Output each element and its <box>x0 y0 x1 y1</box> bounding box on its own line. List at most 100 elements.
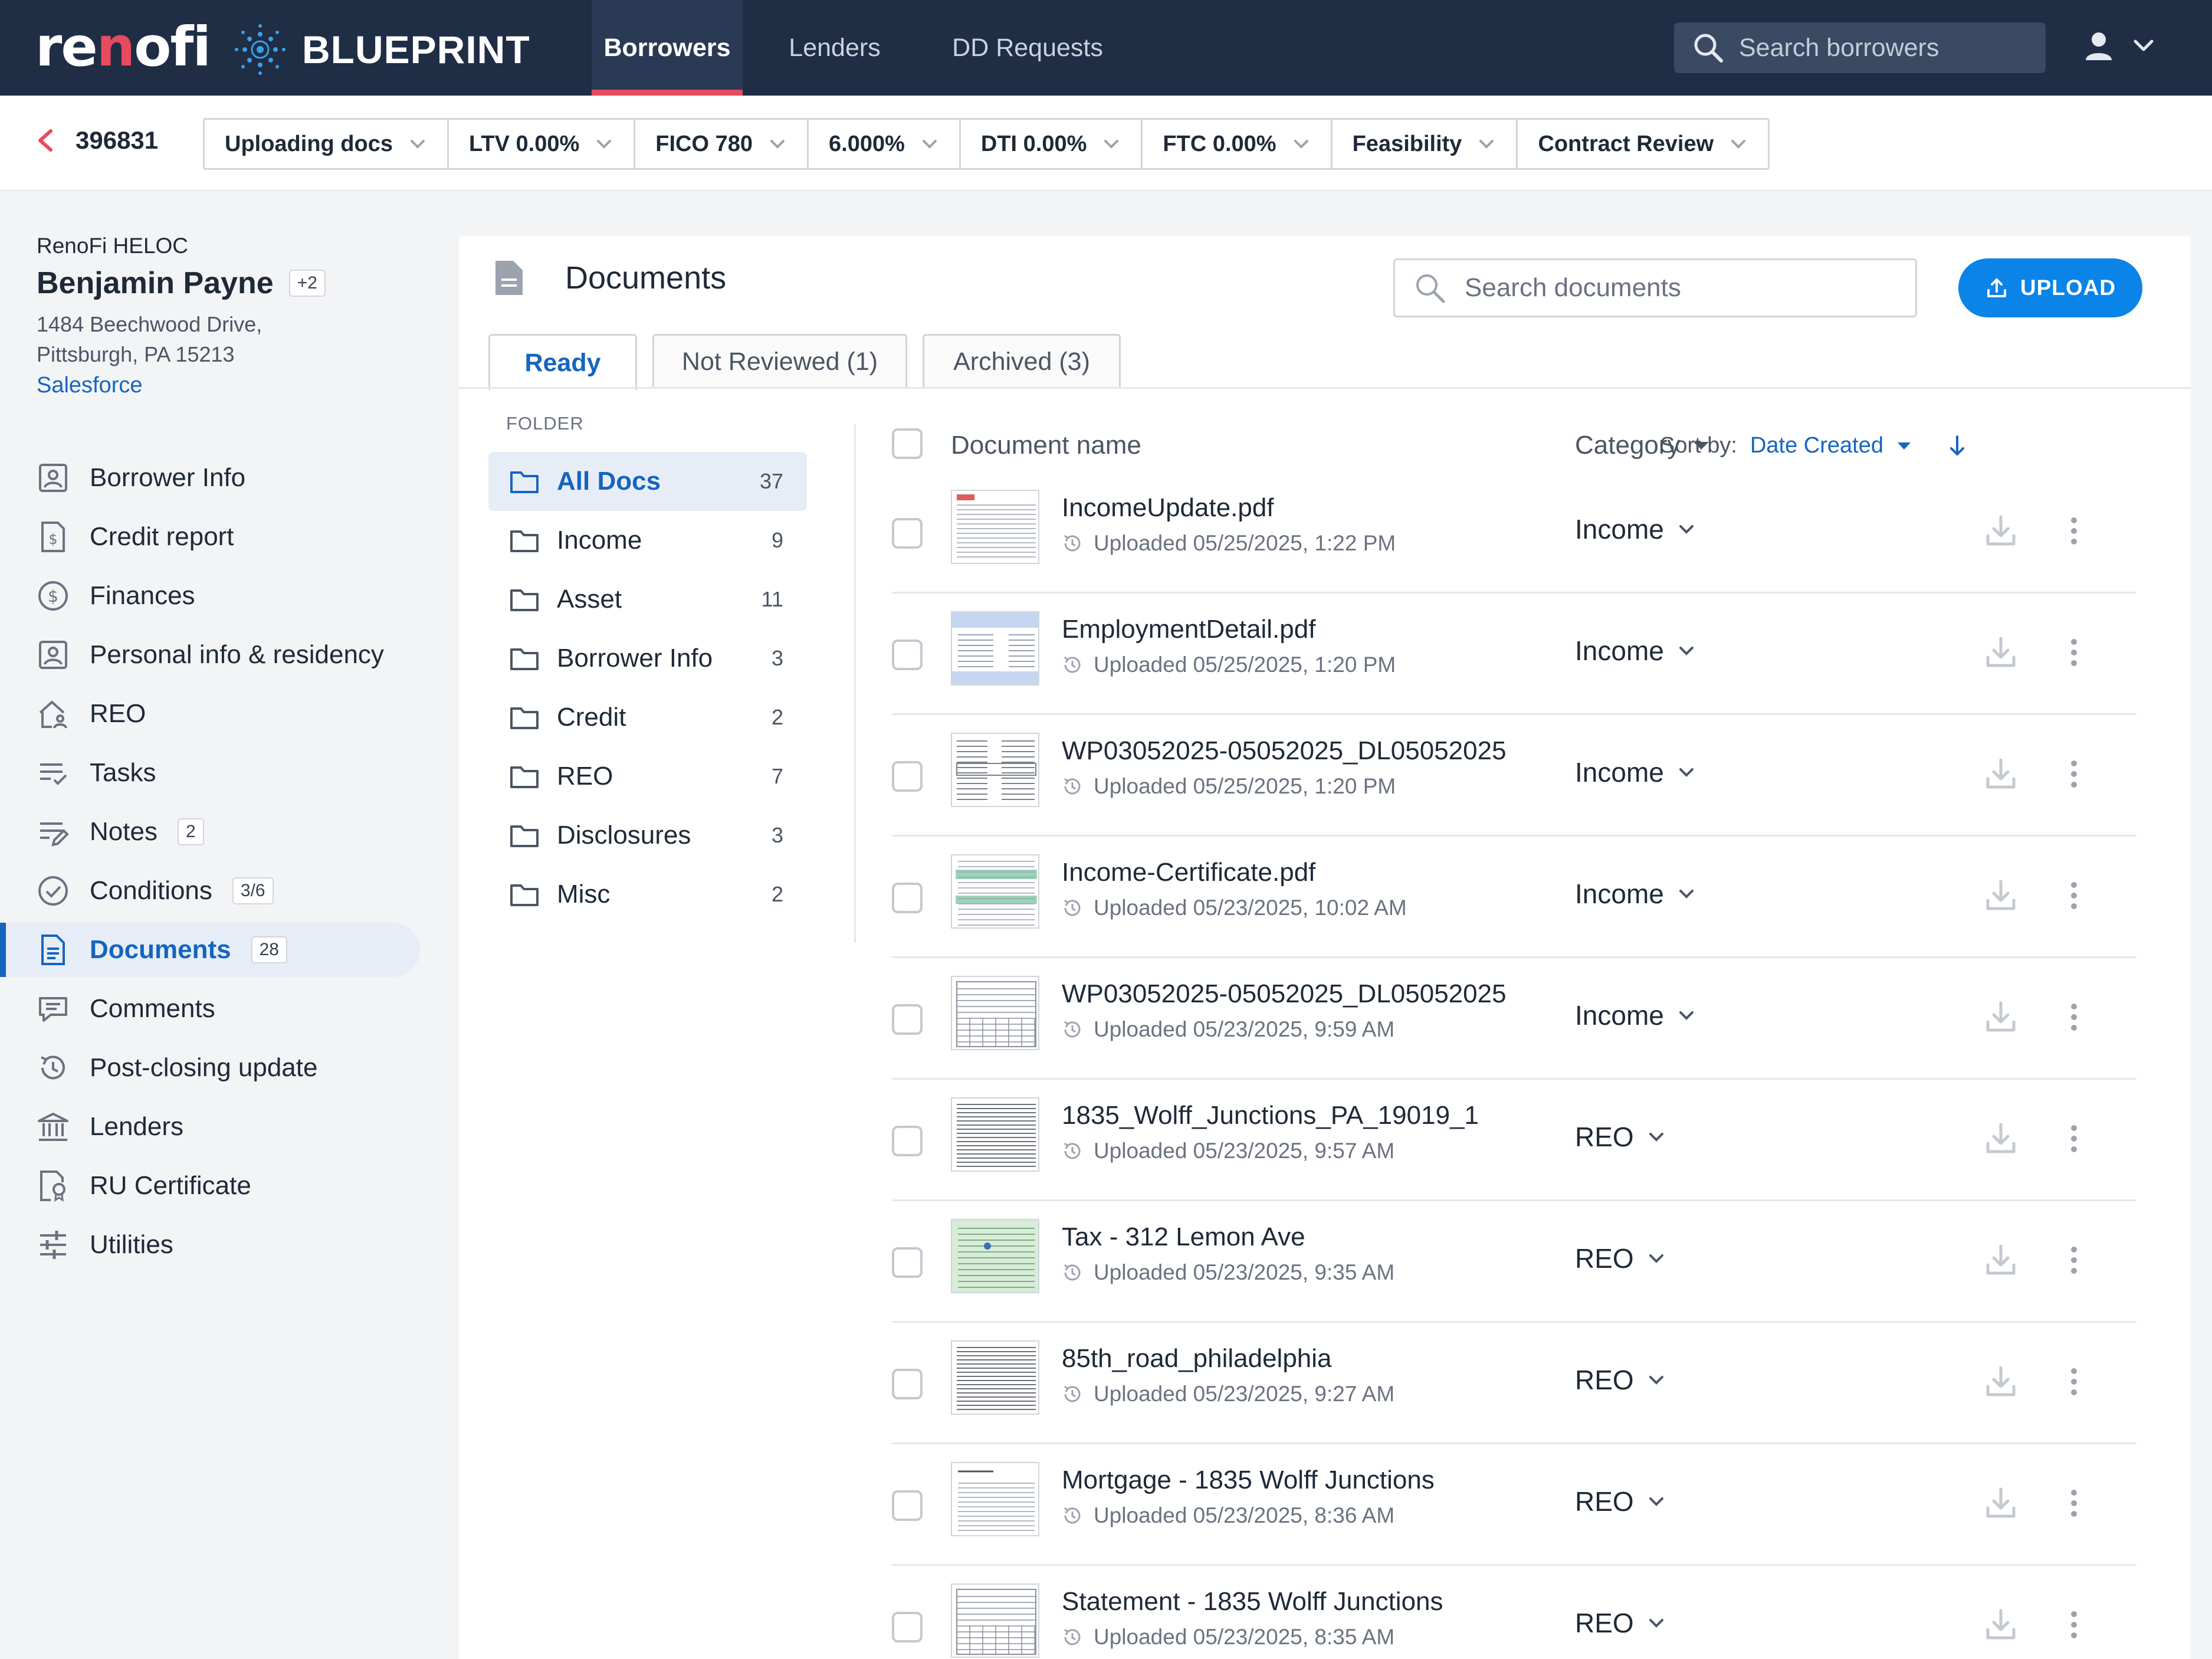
folder-item[interactable]: Asset 11 <box>488 570 807 629</box>
document-row[interactable]: IncomeUpdate.pdf Uploaded 05/25/2025, 1:2… <box>892 472 2136 594</box>
download-icon[interactable] <box>1984 513 2017 549</box>
pill-dti[interactable]: DTI 0.00% <box>961 120 1143 168</box>
document-search[interactable] <box>1393 258 1917 317</box>
row-checkbox[interactable] <box>892 761 923 792</box>
document-thumbnail[interactable] <box>951 854 1039 929</box>
document-name[interactable]: 1835_Wolff_Junctions_PA_19019_1 <box>1062 1101 1479 1130</box>
document-row[interactable]: Tax - 312 Lemon Ave Uploaded 05/23/2025, … <box>892 1201 2136 1323</box>
download-icon[interactable] <box>1984 1242 2017 1278</box>
sidebar-item-conditions[interactable]: Conditions 3/6 <box>0 861 425 920</box>
user-menu[interactable] <box>2082 29 2157 63</box>
download-icon[interactable] <box>1984 1486 2017 1521</box>
sort-control[interactable]: Sort by: Date Created <box>1660 433 1967 458</box>
salesforce-link[interactable]: Salesforce <box>37 373 143 398</box>
document-name[interactable]: 85th_road_philadelphia <box>1062 1344 1332 1373</box>
download-icon[interactable] <box>1984 999 2017 1035</box>
tab-not-reviewed[interactable]: Not Reviewed (1) <box>652 334 907 388</box>
download-icon[interactable] <box>1984 1364 2017 1399</box>
document-row[interactable]: Mortgage - 1835 Wolff Junctions Uploaded … <box>892 1444 2136 1566</box>
sidebar-item-finances[interactable]: $ Finances <box>0 566 425 625</box>
document-search-input[interactable] <box>1465 273 1913 303</box>
more-options-icon[interactable] <box>2068 635 2080 670</box>
category-select[interactable]: Income <box>1575 635 1696 667</box>
document-row[interactable]: Statement - 1835 Wolff Junctions Uploaded… <box>892 1566 2136 1659</box>
more-options-icon[interactable] <box>2068 999 2080 1035</box>
row-checkbox[interactable] <box>892 1247 923 1278</box>
more-options-icon[interactable] <box>2068 756 2080 792</box>
row-checkbox[interactable] <box>892 1004 923 1035</box>
folder-item[interactable]: REO 7 <box>488 747 807 806</box>
document-thumbnail[interactable] <box>951 1219 1039 1293</box>
document-thumbnail[interactable] <box>951 976 1039 1050</box>
sidebar-item-post-closing[interactable]: Post-closing update <box>0 1038 425 1097</box>
nav-tab-dd-requests[interactable]: DD Requests <box>927 0 1128 96</box>
folder-item[interactable]: Misc 2 <box>488 865 807 924</box>
nav-tab-lenders[interactable]: Lenders <box>767 0 902 96</box>
more-options-icon[interactable] <box>2068 1364 2080 1399</box>
category-select[interactable]: Income <box>1575 756 1696 788</box>
document-row[interactable]: WP03052025-05052025_DL05052025 Uploaded 0… <box>892 958 2136 1080</box>
document-thumbnail[interactable] <box>951 1340 1039 1415</box>
more-options-icon[interactable] <box>2068 878 2080 913</box>
category-select[interactable]: REO <box>1575 1486 1666 1517</box>
borrower-search[interactable] <box>1674 22 2046 73</box>
more-options-icon[interactable] <box>2068 1607 2080 1642</box>
more-options-icon[interactable] <box>2068 1242 2080 1278</box>
document-thumbnail[interactable] <box>951 611 1039 686</box>
row-checkbox[interactable] <box>892 1369 923 1399</box>
sidebar-item-documents[interactable]: Documents 28 <box>0 920 425 979</box>
document-thumbnail[interactable] <box>951 1097 1039 1172</box>
row-checkbox[interactable] <box>892 1612 923 1642</box>
row-checkbox[interactable] <box>892 640 923 670</box>
sidebar-item-credit-report[interactable]: $ Credit report <box>0 507 425 566</box>
document-thumbnail[interactable] <box>951 490 1039 564</box>
document-thumbnail[interactable] <box>951 733 1039 807</box>
document-name[interactable]: Mortgage - 1835 Wolff Junctions <box>1062 1465 1435 1495</box>
document-thumbnail[interactable] <box>951 1462 1039 1536</box>
back-arrow-icon[interactable] <box>35 129 55 152</box>
category-select[interactable]: REO <box>1575 1364 1666 1396</box>
download-icon[interactable] <box>1984 756 2017 792</box>
select-all-checkbox[interactable] <box>892 428 923 459</box>
pill-contract-review[interactable]: Contract Review <box>1518 120 1768 168</box>
category-select[interactable]: REO <box>1575 1242 1666 1274</box>
category-select[interactable]: Income <box>1575 513 1696 545</box>
pill-stage[interactable]: Uploading docs <box>205 120 449 168</box>
document-name[interactable]: Income-Certificate.pdf <box>1062 858 1315 887</box>
document-thumbnail[interactable] <box>951 1583 1039 1658</box>
sidebar-item-comments[interactable]: Comments <box>0 979 425 1038</box>
pill-ltv[interactable]: LTV 0.00% <box>449 120 636 168</box>
document-row[interactable]: 1835_Wolff_Junctions_PA_19019_1 Uploaded … <box>892 1080 2136 1201</box>
download-icon[interactable] <box>1984 1121 2017 1156</box>
document-name[interactable]: WP03052025-05052025_DL05052025 <box>1062 979 1507 1009</box>
folder-item[interactable]: All Docs 37 <box>488 452 807 511</box>
document-name[interactable]: EmploymentDetail.pdf <box>1062 615 1315 644</box>
folder-item[interactable]: Credit 2 <box>488 688 807 747</box>
sidebar-item-utilities[interactable]: Utilities <box>0 1215 425 1274</box>
category-select[interactable]: REO <box>1575 1121 1666 1153</box>
document-row[interactable]: 85th_road_philadelphia Uploaded 05/23/202… <box>892 1323 2136 1444</box>
nav-tab-borrowers[interactable]: Borrowers <box>592 0 743 96</box>
borrower-search-input[interactable] <box>1739 33 2022 63</box>
sidebar-item-ru-certificate[interactable]: RU Certificate <box>0 1156 425 1215</box>
sidebar-item-borrower-info[interactable]: Borrower Info <box>0 448 425 507</box>
co-borrower-badge[interactable]: +2 <box>288 270 326 297</box>
more-options-icon[interactable] <box>2068 1121 2080 1156</box>
row-checkbox[interactable] <box>892 518 923 549</box>
sidebar-item-reo[interactable]: REO <box>0 684 425 743</box>
document-name[interactable]: Tax - 312 Lemon Ave <box>1062 1222 1305 1252</box>
folder-item[interactable]: Disclosures 3 <box>488 806 807 865</box>
tab-archived[interactable]: Archived (3) <box>923 334 1121 388</box>
sidebar-item-lenders[interactable]: Lenders <box>0 1097 425 1156</box>
more-options-icon[interactable] <box>2068 1486 2080 1521</box>
tab-ready[interactable]: Ready <box>488 334 637 390</box>
pill-fico[interactable]: FICO 780 <box>635 120 809 168</box>
upload-button[interactable]: UPLOAD <box>1958 258 2142 317</box>
document-name[interactable]: Statement - 1835 Wolff Junctions <box>1062 1587 1443 1617</box>
column-document-name[interactable]: Document name <box>951 431 1141 460</box>
row-checkbox[interactable] <box>892 1126 923 1156</box>
download-icon[interactable] <box>1984 878 2017 913</box>
renofi-logo[interactable]: renofi <box>35 18 211 77</box>
pill-rate[interactable]: 6.000% <box>809 120 961 168</box>
sidebar-item-notes[interactable]: Notes 2 <box>0 802 425 861</box>
